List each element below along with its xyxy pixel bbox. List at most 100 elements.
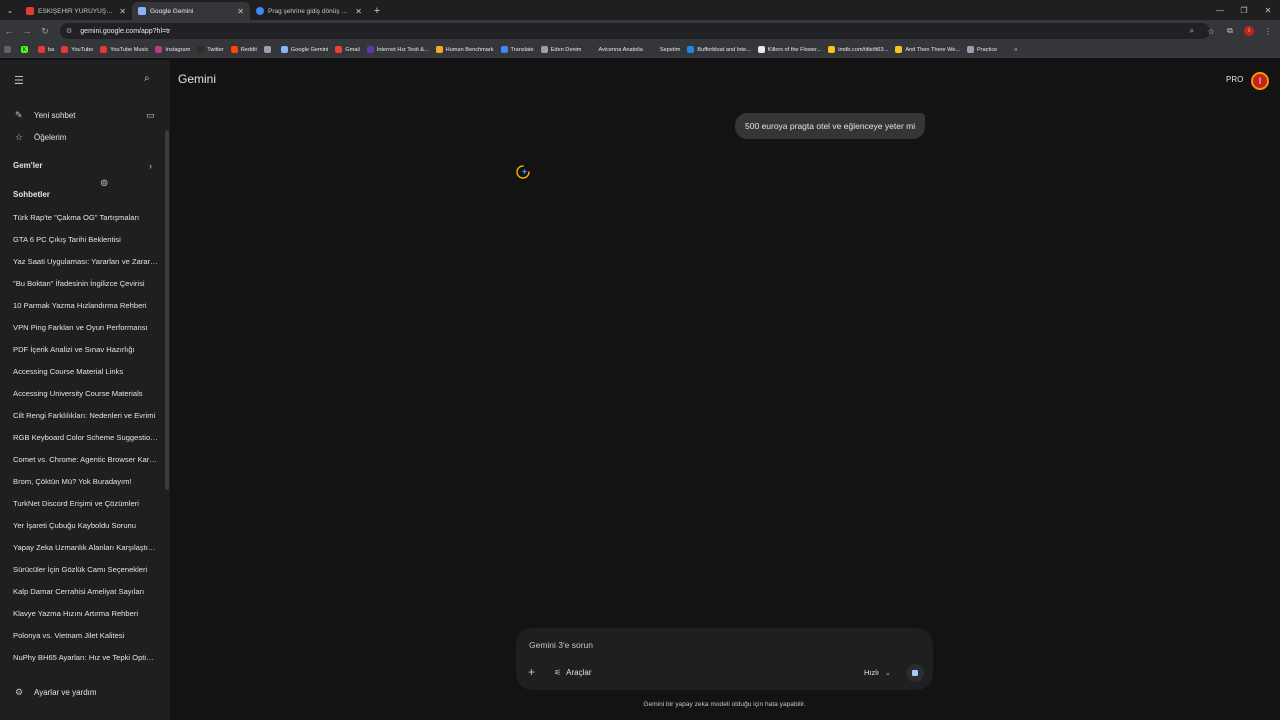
bookmark-item[interactable]: Twitter: [197, 46, 224, 53]
bookmark-k[interactable]: K: [21, 46, 31, 53]
bookmark-item[interactable]: And Then There We...: [895, 46, 960, 53]
search-icon[interactable]: ⌕: [144, 73, 150, 84]
chat-history-item[interactable]: Yer İşareti Çubuğu Kayboldu Sorunu: [0, 514, 164, 536]
chat-history-item[interactable]: Accessing University Course Materials: [0, 382, 164, 404]
chat-history-item[interactable]: Sürücüler İçin Gözlük Camı Seçenekleri: [0, 558, 164, 580]
chat-history-item[interactable]: Comet vs. Chrome: Agentic Browser Karşıl…: [0, 448, 164, 470]
tab-search-icon[interactable]: ⌄: [0, 0, 20, 20]
bookmark-item[interactable]: Google Gemini: [280, 46, 329, 53]
zoom-icon[interactable]: ⌕: [1184, 23, 1200, 39]
bookmark-item[interactable]: »: [1004, 46, 1017, 53]
stop-generation-button[interactable]: [906, 664, 924, 682]
hamburger-menu-icon[interactable]: ☰: [14, 74, 24, 87]
chat-history-item[interactable]: Polonya vs. Vietnam Jilet Kalitesi: [0, 624, 164, 646]
chat-history-item[interactable]: Cilt Rengi Farklılıkları: Nedenleri ve E…: [0, 404, 164, 426]
bookmark-item[interactable]: Translate: [500, 46, 534, 53]
chat-history-item[interactable]: "Bu Boktan" İfadesinin İngilizce Çeviris…: [0, 272, 164, 294]
restore-icon[interactable]: ❐: [1232, 0, 1256, 20]
chat-history-item[interactable]: Klavye Yazma Hızını Artırma Rehberi: [0, 602, 164, 624]
bookmark-label: Reddit: [240, 46, 257, 53]
back-icon[interactable]: ←: [0, 22, 18, 40]
gems-label: Gem'ler: [13, 161, 43, 170]
apps-icon[interactable]: [4, 46, 14, 53]
bookmark-item[interactable]: Eden Denim: [540, 46, 581, 53]
site-info-icon[interactable]: ⚙: [66, 27, 72, 35]
account-avatar[interactable]: İ: [1251, 72, 1269, 90]
bookmark-item[interactable]: YouTube: [61, 46, 93, 53]
tab-google-gemini[interactable]: Google Gemini ✕: [132, 2, 250, 20]
sidebar-scrollbar[interactable]: [165, 130, 169, 490]
chat-history-item[interactable]: TurkNet Discord Erişimi ve Çözümleri: [0, 492, 164, 514]
bookmark-star-icon[interactable]: ☆: [1203, 23, 1219, 39]
bookmark-favicon-icon: [155, 46, 163, 53]
chat-history-item[interactable]: VPN Ping Farkları ve Oyun Performansı: [0, 316, 164, 338]
bookmark-favicon-icon: [61, 46, 69, 53]
bookmark-item[interactable]: Human Benchmark: [435, 46, 494, 53]
bookmark-item[interactable]: ba: [38, 46, 54, 53]
chat-history-item[interactable]: Yaz Saati Uygulaması: Yararları ve Zarar…: [0, 250, 164, 272]
bookmark-label: Avicenna Anatolia: [598, 46, 643, 53]
chat-list: Türk Rap'te "Çakma OG" Tartışmaları GTA 6…: [0, 206, 164, 668]
bookmark-item[interactable]: Gmail: [335, 46, 360, 53]
minimize-icon[interactable]: —: [1208, 0, 1232, 20]
my-stuff-button[interactable]: ☆ Öğelerim: [0, 128, 170, 146]
tools-button[interactable]: ⚟ Araçlar: [554, 668, 592, 677]
bookmark-item[interactable]: Reddit: [230, 46, 257, 53]
sidebar: ☰ ⌕ ✎ Yeni sohbet ▭ ☆ Öğelerim Gem'ler ›…: [0, 60, 170, 720]
bookmark-favicon-icon: [263, 46, 271, 53]
chat-history-item[interactable]: NuPhy BH65 Ayarları: Hız ve Tepki Optimi…: [0, 646, 164, 668]
pro-badge: PRO: [1226, 75, 1244, 84]
chat-title: Yaz Saati Uygulaması: Yararları ve Zarar…: [13, 256, 158, 266]
star-icon: ☆: [15, 131, 24, 142]
page-title[interactable]: Gemini: [178, 72, 216, 86]
bookmark-item[interactable]: [263, 46, 274, 53]
bookmark-label: Google Gemini: [290, 46, 329, 53]
gemini-favicon-icon: [138, 7, 146, 15]
chat-title: Brom, Çöktün Mü? Yok Buradayım!: [13, 476, 132, 486]
new-chat-button[interactable]: ✎ Yeni sohbet ▭: [0, 106, 170, 124]
forward-icon[interactable]: →: [18, 22, 36, 40]
tab-prag-flights[interactable]: Prag şehrine gidiş dönüş | Goo ✕: [250, 2, 368, 20]
bookmark-item[interactable]: Sepetim: [649, 46, 680, 53]
tab-eskisehir[interactable]: ESKİŞEHİR YÜRÜYÜŞÜ DOKTOR ✕: [20, 2, 132, 20]
prompt-composer[interactable]: Gemini 3'e sorun + ⚟ Araçlar Hızlı ⌄: [516, 628, 933, 690]
address-bar[interactable]: ⚙ gemini.google.com/app?hl=tr: [60, 23, 1210, 39]
chat-history-item[interactable]: Accessing Course Material Links: [0, 360, 164, 382]
new-tab-icon[interactable]: +: [368, 2, 386, 20]
bookmark-item[interactable]: imdb.com/title/tt63...: [828, 46, 888, 53]
chat-history-item[interactable]: Türk Rap'te "Çakma OG" Tartışmaları: [0, 206, 164, 228]
chat-history-item[interactable]: Yapay Zeka Uzmanlık Alanları Karşılaştır…: [0, 536, 164, 558]
close-tab-icon[interactable]: ✕: [355, 7, 362, 16]
sidebar-top: ☰ ⌕: [0, 70, 170, 90]
bookmark-item[interactable]: İnternet Hız Testi &...: [366, 46, 429, 53]
bookmark-item[interactable]: Killers of the Flower...: [757, 46, 821, 53]
model-mode-selector[interactable]: Hızlı ⌄: [864, 668, 891, 677]
chat-title: Cilt Rengi Farklılıkları: Nedenleri ve E…: [13, 410, 156, 420]
profile-avatar-icon[interactable]: i: [1244, 26, 1254, 36]
bookmark-item[interactable]: Instagram: [155, 46, 190, 53]
add-attachment-icon[interactable]: +: [528, 665, 535, 679]
reload-icon[interactable]: ↻: [36, 22, 54, 40]
settings-button[interactable]: ⚙ Ayarlar ve yardım: [0, 683, 170, 701]
chat-history-item[interactable]: GTA 6 PC Çıkış Tarihi Beklentisi: [0, 228, 164, 250]
chrome-menu-icon[interactable]: ⋮: [1260, 23, 1276, 39]
bookmark-item[interactable]: YouTube Music: [100, 46, 148, 53]
chat-history-item[interactable]: Brom, Çöktün Mü? Yok Buradayım!: [0, 470, 164, 492]
browser-toolbar: ← → ↻ ⚙ gemini.google.com/app?hl=tr ⌕ ☆ …: [0, 20, 1280, 42]
chat-history-item[interactable]: Kalp Damar Cerrahisi Ameliyat Sayıları: [0, 580, 164, 602]
bookmark-label: Instagram: [165, 46, 191, 53]
extensions-icon[interactable]: ⧉: [1222, 23, 1238, 39]
prompt-input[interactable]: Gemini 3'e sorun: [529, 640, 593, 650]
close-window-icon[interactable]: ✕: [1256, 0, 1280, 20]
bookmark-item[interactable]: Practice: [967, 46, 997, 53]
bookmark-item[interactable]: Bufferbloat and Inte...: [687, 46, 751, 53]
gems-row[interactable]: Gem'ler ›: [0, 157, 170, 175]
bookmark-item[interactable]: Avicenna Anatolia: [588, 46, 643, 53]
close-tab-icon[interactable]: ✕: [237, 7, 244, 16]
close-tab-icon[interactable]: ✕: [119, 7, 126, 16]
settings-gear-icon: ⚙: [15, 686, 24, 697]
chat-history-item[interactable]: 10 Parmak Yazma Hızlandırma Rehberi: [0, 294, 164, 316]
chat-history-item[interactable]: PDF İçerik Analizi ve Sınav Hazırlığı: [0, 338, 164, 360]
chat-history-item[interactable]: RGB Keyboard Color Scheme Suggestions: [0, 426, 164, 448]
temporary-chat-icon[interactable]: ▭: [146, 110, 155, 121]
